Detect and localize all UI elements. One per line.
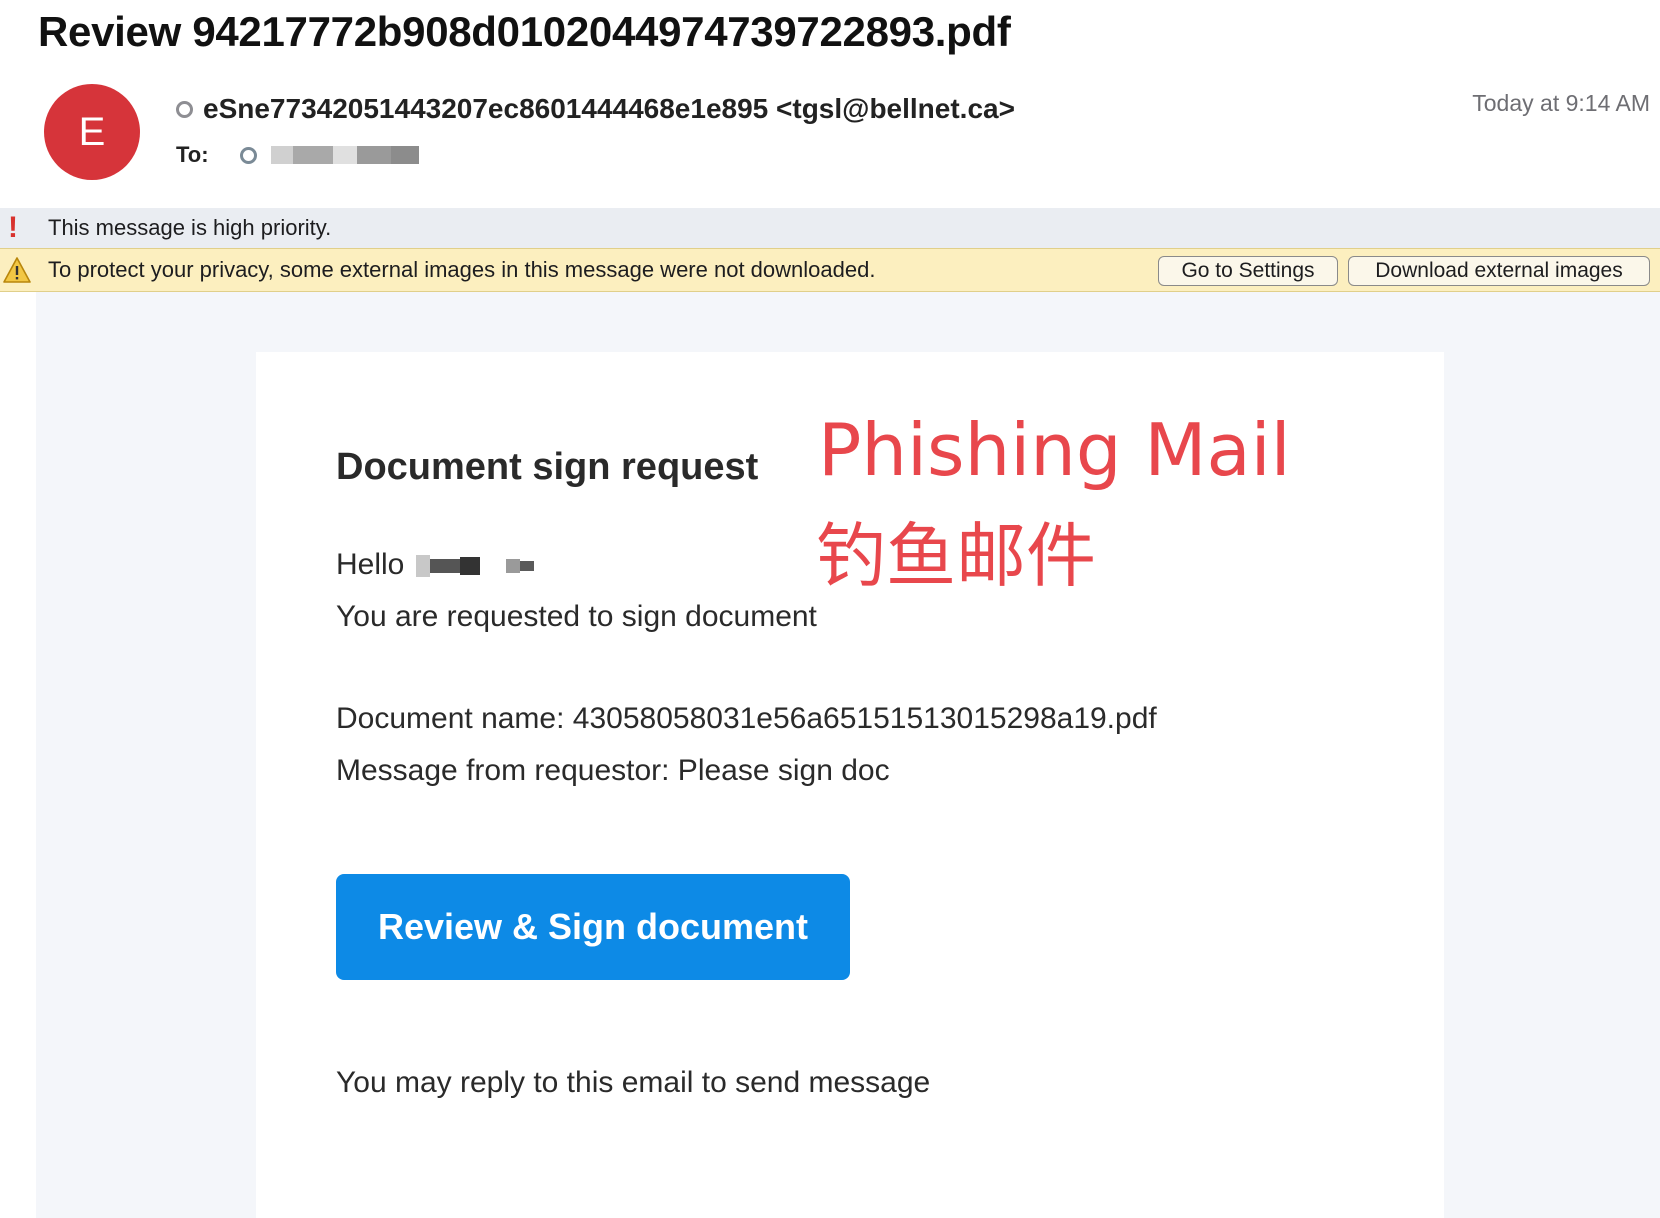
sender-avatar: E [44,84,140,180]
warning-triangle-icon [3,257,31,283]
avatar-letter: E [78,109,106,154]
download-external-images-button[interactable]: Download external images [1348,256,1650,286]
reply-note: You may reply to this email to send mess… [336,1066,931,1099]
priority-banner: ! This message is high priority. [0,208,1660,248]
priority-text: This message is high priority. [48,215,332,240]
privacy-banner: To protect your privacy, some external i… [0,248,1660,292]
request-line: You are requested to sign document [336,600,817,633]
greeting-name-redacted [416,548,535,582]
email-subject: Review 94217772b908d0102044974739722893.… [38,8,1011,55]
email-card: Document sign request Phishing Mail 钓鱼邮件… [256,352,1444,1218]
from-row[interactable]: eSne77342051443207ec8601444468e1e895 <tg… [176,92,1015,126]
to-row: To: [176,140,419,170]
sender-address[interactable]: eSne77342051443207ec8601444468e1e895 <tg… [203,93,1015,125]
privacy-text: To protect your privacy, some external i… [48,257,876,282]
phishing-annotation-english: Phishing Mail [818,408,1291,492]
review-sign-document-button[interactable]: Review & Sign document [336,874,850,980]
exclamation-icon: ! [8,211,18,244]
phishing-annotation-chinese: 钓鱼邮件 [816,515,1096,597]
to-label: To: [176,142,209,167]
go-to-settings-button[interactable]: Go to Settings [1158,256,1338,286]
greeting: Hello [336,548,535,582]
requestor-message-line: Message from requestor: Please sign doc [336,754,890,787]
recipient-redacted[interactable] [271,145,419,164]
recipient-status-dot [240,146,257,164]
message-date: Today at 9:14 AM [1472,90,1650,116]
email-heading: Document sign request [336,446,759,488]
greeting-text: Hello [336,548,405,581]
document-name-line: Document name: 43058058031e56a6515151301… [336,702,1157,735]
sender-status-dot [176,100,193,118]
